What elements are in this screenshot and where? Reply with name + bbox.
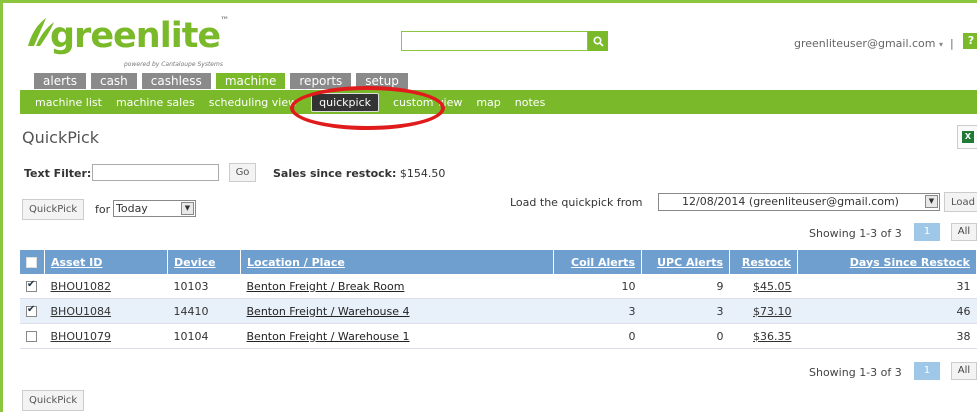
table-row[interactable]: BHOU1079 10104 Benton Freight / Warehouse … [20, 323, 977, 349]
sales-value: $154.50 [399, 167, 446, 180]
user-menu[interactable]: greenliteuser@gmail.com ▾ | [794, 37, 954, 50]
col-coil-alerts[interactable]: Coil Alerts [553, 250, 642, 274]
show-all-button-bottom[interactable]: All [951, 362, 977, 380]
subnav-map[interactable]: map [476, 96, 500, 109]
row-checkbox[interactable] [26, 279, 37, 292]
period-select[interactable]: Today ▼ [113, 200, 196, 217]
sales-label: Sales since restock: [273, 167, 397, 180]
select-all-header[interactable] [20, 250, 45, 274]
user-email: greenliteuser@gmail.com [794, 37, 936, 50]
load-quickpick-value: 12/08/2014 (greenliteuser@gmail.com) [682, 195, 899, 208]
row-select-cell[interactable] [20, 298, 45, 324]
device-cell: 14410 [167, 298, 241, 324]
go-button[interactable]: Go [229, 163, 256, 182]
text-filter-input[interactable] [92, 164, 219, 181]
search-icon [592, 35, 604, 47]
page-title: QuickPick [22, 128, 100, 147]
subnav-notes[interactable]: notes [515, 96, 546, 109]
tab-machine[interactable]: machine [215, 73, 286, 89]
period-value: Today [116, 202, 148, 215]
col-restock[interactable]: Restock [729, 250, 798, 274]
logo-tagline: powered by Cantaloupe Systems [124, 61, 223, 68]
chevron-down-icon: ▾ [939, 40, 944, 49]
chevron-down-icon: ▼ [181, 202, 194, 215]
col-days-since-restock[interactable]: Days Since Restock [797, 250, 977, 274]
location-link[interactable]: Benton Freight / Break Room [240, 274, 554, 299]
text-filter-label: Text Filter: [24, 167, 92, 180]
restock-link[interactable]: $45.05 [729, 274, 798, 299]
tab-alerts[interactable]: alerts [34, 73, 86, 89]
coil-alerts-cell: 10 [553, 274, 642, 299]
col-asset-id[interactable]: Asset ID [44, 250, 168, 274]
export-excel-button[interactable]: X [957, 125, 977, 149]
quickpick-table: Asset ID Device Location / Place Coil Al… [20, 250, 977, 349]
load-button[interactable]: Load [944, 192, 977, 212]
asset-id-link[interactable]: BHOU1082 [44, 274, 168, 299]
coil-alerts-cell: 3 [553, 298, 642, 324]
greenlite-logo[interactable]: greenlite™ powered by Cantaloupe Systems [22, 14, 229, 68]
quickpick-button[interactable]: QuickPick [22, 199, 85, 220]
sub-navigation: machine list machine sales scheduling view… [20, 90, 977, 114]
table-header-row: Asset ID Device Location / Place Coil Al… [20, 250, 977, 274]
sales-since-restock: Sales since restock: $154.50 [273, 167, 445, 180]
location-link[interactable]: Benton Freight / Warehouse 1 [240, 323, 554, 349]
col-device[interactable]: Device [167, 250, 241, 274]
logo-wordmark: greenlite™ [50, 16, 229, 56]
help-button[interactable]: ? [963, 33, 977, 49]
col-location[interactable]: Location / Place [240, 250, 554, 274]
show-all-button[interactable]: All [951, 223, 977, 241]
chevron-down-icon: ▼ [925, 195, 938, 208]
excel-icon: X [962, 131, 974, 143]
restock-link[interactable]: $73.10 [729, 298, 798, 324]
pagination-status: Showing 1-3 of 3 [809, 227, 902, 240]
days-since-restock-cell: 31 [797, 274, 977, 299]
table-row[interactable]: BHOU108210103Benton Freight / Break Room… [20, 274, 977, 299]
coil-alerts-cell: 0 [553, 323, 642, 349]
col-upc-alerts[interactable]: UPC Alerts [641, 250, 730, 274]
days-since-restock-cell: 46 [797, 298, 977, 324]
restock-link[interactable]: $36.35 [729, 323, 798, 349]
subnav-scheduling-view[interactable]: scheduling view [209, 96, 297, 109]
tab-cash[interactable]: cash [90, 73, 137, 89]
table-row[interactable]: BHOU108414410Benton Freight / Warehouse … [20, 298, 977, 324]
subnav-machine-list[interactable]: machine list [35, 96, 102, 109]
header-separator: | [950, 37, 954, 50]
subnav-machine-sales[interactable]: machine sales [116, 96, 195, 109]
load-quickpick-label: Load the quickpick from [510, 196, 643, 209]
page-1-button[interactable]: 1 [914, 223, 940, 241]
device-cell: 10104 [167, 323, 241, 349]
upc-alerts-cell: 3 [641, 298, 730, 324]
for-label: for [95, 203, 111, 216]
upc-alerts-cell: 9 [641, 274, 730, 299]
page-1-button-bottom[interactable]: 1 [914, 362, 940, 380]
tab-cashless[interactable]: cashless [141, 73, 211, 89]
asset-id-link[interactable]: BHOU1084 [44, 298, 168, 324]
quickpick-button-bottom[interactable]: QuickPick [22, 390, 85, 411]
pagination-status-bottom: Showing 1-3 of 3 [809, 366, 902, 379]
row-checkbox[interactable] [26, 331, 37, 342]
load-quickpick-select[interactable]: 12/08/2014 (greenliteuser@gmail.com) ▼ [658, 193, 940, 211]
row-checkbox[interactable] [26, 304, 37, 317]
select-all-checkbox[interactable] [26, 257, 37, 268]
asset-id-link[interactable]: BHOU1079 [44, 323, 168, 349]
device-cell: 10103 [167, 274, 241, 299]
row-select-cell[interactable] [20, 323, 45, 349]
row-select-cell[interactable] [20, 274, 45, 299]
highlight-circle [290, 86, 445, 130]
upc-alerts-cell: 0 [641, 323, 730, 349]
search-input[interactable] [401, 31, 588, 51]
days-since-restock-cell: 38 [797, 323, 977, 349]
location-link[interactable]: Benton Freight / Warehouse 4 [240, 298, 554, 324]
search-button[interactable] [588, 31, 608, 51]
